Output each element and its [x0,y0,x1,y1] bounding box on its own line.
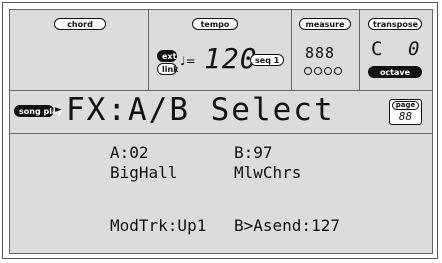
transpose-cell: transpose C 0 octave [360,10,432,90]
b-to-a-send-parameter[interactable]: B>Asend:127 [234,216,340,235]
status-header: chord tempo ext link ♩= 120 seq 1 measur… [10,10,432,91]
ext-label[interactable]: ext [157,50,177,62]
display-frame: chord tempo ext link ♩= 120 seq 1 measur… [2,2,438,259]
note-icon: ♩= [180,54,196,68]
measure-label[interactable]: measure [299,18,351,30]
chord-cell: chord [10,10,149,90]
fx-b-name[interactable]: MlwChrs [234,163,301,182]
page-label: page [392,101,419,110]
transpose-letter: C [371,38,384,60]
lcd-screen: chord tempo ext link ♩= 120 seq 1 measur… [9,9,433,254]
page-title-bar: song play ► FX:A/B Select page 88 [10,91,432,134]
beat-dot-icon [324,67,332,75]
page-value: 88 [398,110,413,123]
page-title: FX:A/B Select [66,92,335,128]
transpose-label[interactable]: transpose [368,18,422,30]
fx-a-number[interactable]: A:02 [110,143,149,162]
modtrk-parameter[interactable]: ModTrk:Up1 [110,216,206,235]
tempo-cell: tempo ext link ♩= 120 seq 1 [149,10,292,90]
beat-dot-icon [314,67,322,75]
mode-arrow-icon: ► [55,105,62,115]
measure-cell: measure 888 [292,10,360,90]
seq-label[interactable]: seq 1 [250,54,284,66]
mode-label: song play [14,105,62,117]
tempo-label[interactable]: tempo [192,18,238,30]
fx-b-number[interactable]: B:97 [234,143,273,162]
fx-a-name[interactable]: BigHall [110,163,177,182]
link-label[interactable]: link [157,63,179,75]
octave-label[interactable]: octave [368,66,422,78]
transpose-value[interactable]: 0 [408,38,420,60]
beat-dot-icon [334,67,342,75]
chord-label[interactable]: chord [54,18,106,30]
beat-dot-icon [304,67,312,75]
page-menu-button[interactable]: page 88 [389,99,422,125]
beat-indicator [304,67,342,75]
measure-value: 888 [305,44,336,62]
